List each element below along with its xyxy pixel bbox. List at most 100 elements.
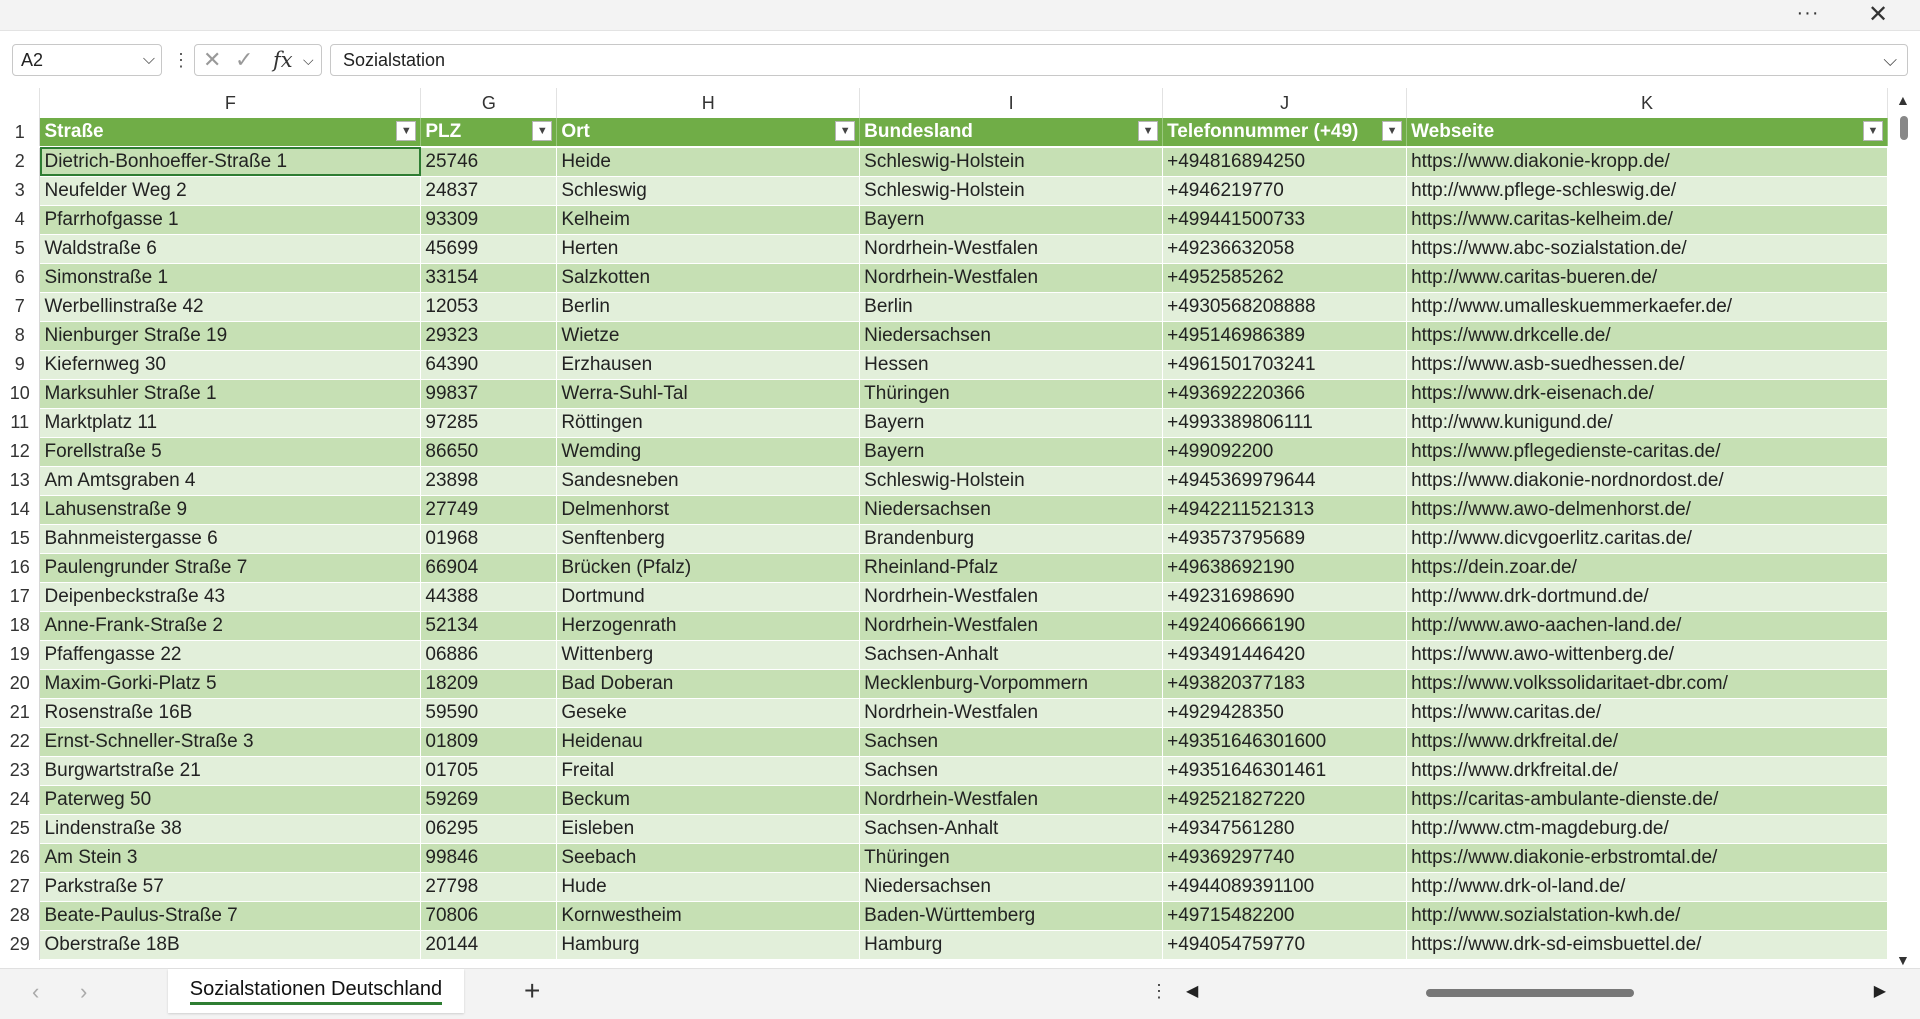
scroll-left-icon[interactable]: ◀ — [1186, 981, 1198, 1001]
cell-col-g[interactable]: 12053 — [420, 292, 558, 322]
cell-col-i[interactable]: Sachsen-Anhalt — [859, 814, 1164, 844]
cell-col-j[interactable]: +4942211521313 — [1162, 495, 1408, 525]
column-header-f[interactable]: F — [39, 88, 422, 118]
cell-col-k[interactable]: https://www.drkfreital.de/ — [1406, 727, 1888, 757]
cell-col-g[interactable]: 66904 — [420, 553, 558, 583]
column-header-i[interactable]: I — [859, 88, 1164, 118]
cell-col-f[interactable]: Paulengrunder Straße 7 — [39, 553, 422, 583]
cell-col-h[interactable]: Seebach — [556, 843, 861, 873]
cell-col-f[interactable]: Simonstraße 1 — [39, 263, 422, 293]
row-header[interactable]: 14 — [0, 495, 41, 524]
scroll-thumb[interactable] — [1426, 989, 1634, 997]
cell-col-f[interactable]: Ernst-Schneller-Straße 3 — [39, 727, 422, 757]
cell-col-k[interactable]: http://www.kunigund.de/ — [1406, 408, 1888, 438]
cell-col-i[interactable]: Bayern — [859, 205, 1164, 235]
cell-col-h[interactable]: Herzogenrath — [556, 611, 861, 641]
cell-col-f[interactable]: Oberstraße 18B — [39, 930, 422, 960]
cell-col-f[interactable]: Kiefernweg 30 — [39, 350, 422, 380]
enter-icon[interactable]: ✓ — [235, 45, 253, 75]
cell-col-i[interactable]: Thüringen — [859, 379, 1164, 409]
header-cell-plz[interactable]: PLZ ▼ — [420, 118, 558, 148]
row-header[interactable]: 25 — [0, 814, 41, 843]
cell-col-f[interactable]: Anne-Frank-Straße 2 — [39, 611, 422, 641]
vertical-scrollbar[interactable]: ▲ ▼ — [1888, 92, 1920, 968]
cell-col-i[interactable]: Bayern — [859, 408, 1164, 438]
row-header[interactable]: 23 — [0, 756, 41, 785]
cell-col-g[interactable]: 01809 — [420, 727, 558, 757]
row-header[interactable]: 3 — [0, 176, 41, 205]
cell-col-f[interactable]: Lindenstraße 38 — [39, 814, 422, 844]
cell-col-g[interactable]: 52134 — [420, 611, 558, 641]
cell-col-g[interactable]: 27798 — [420, 872, 558, 902]
row-header[interactable]: 10 — [0, 379, 41, 408]
cell-col-f[interactable]: Maxim-Gorki-Platz 5 — [39, 669, 422, 699]
formula-input[interactable]: Sozialstation ⌵ — [330, 44, 1908, 76]
cell-col-k[interactable]: http://www.dicvgoerlitz.caritas.de/ — [1406, 524, 1888, 554]
cell-col-h[interactable]: Erzhausen — [556, 350, 861, 380]
cell-col-j[interactable]: +492406666190 — [1162, 611, 1408, 641]
scroll-thumb[interactable] — [1900, 116, 1908, 140]
cell-col-i[interactable]: Sachsen — [859, 727, 1164, 757]
cell-col-g[interactable]: 45699 — [420, 234, 558, 264]
scroll-down-icon[interactable]: ▼ — [1896, 952, 1910, 968]
cell-col-g[interactable]: 01968 — [420, 524, 558, 554]
cell-col-i[interactable]: Schleswig-Holstein — [859, 147, 1164, 177]
cell-col-j[interactable]: +49638692190 — [1162, 553, 1408, 583]
row-header[interactable]: 12 — [0, 437, 41, 466]
filter-dropdown-icon[interactable]: ▼ — [1138, 121, 1159, 141]
cell-col-j[interactable]: +4993389806111 — [1162, 408, 1408, 438]
cell-col-h[interactable]: Kornwestheim — [556, 901, 861, 931]
chevron-down-icon[interactable]: ⌵ — [143, 45, 155, 75]
row-header[interactable]: 27 — [0, 872, 41, 901]
cell-col-h[interactable]: Heidenau — [556, 727, 861, 757]
cancel-icon[interactable]: ✕ — [203, 45, 221, 75]
cell-col-f[interactable]: Pfarrhofgasse 1 — [39, 205, 422, 235]
cell-col-f[interactable]: Nienburger Straße 19 — [39, 321, 422, 351]
cell-col-k[interactable]: https://www.diakonie-kropp.de/ — [1406, 147, 1888, 177]
cell-col-j[interactable]: +494054759770 — [1162, 930, 1408, 960]
cell-col-k[interactable]: http://www.ctm-magdeburg.de/ — [1406, 814, 1888, 844]
cell-col-k[interactable]: https://www.drkfreital.de/ — [1406, 756, 1888, 786]
row-header[interactable]: 11 — [0, 408, 41, 437]
horizontal-scrollbar[interactable]: ◀ ▶ — [1186, 981, 1886, 1005]
cell-col-k[interactable]: https://www.diakonie-nordnordost.de/ — [1406, 466, 1888, 496]
cell-col-h[interactable]: Freital — [556, 756, 861, 786]
cell-col-k[interactable]: https://www.caritas-kelheim.de/ — [1406, 205, 1888, 235]
row-header[interactable]: 26 — [0, 843, 41, 872]
cell-col-h[interactable]: Geseke — [556, 698, 861, 728]
cell-col-g[interactable]: 64390 — [420, 350, 558, 380]
cell-col-f[interactable]: Lahusenstraße 9 — [39, 495, 422, 525]
cell-col-g[interactable]: 29323 — [420, 321, 558, 351]
cell-col-j[interactable]: +493692220366 — [1162, 379, 1408, 409]
cell-col-g[interactable]: 23898 — [420, 466, 558, 496]
row-header[interactable]: 7 — [0, 292, 41, 321]
cell-col-j[interactable]: +492521827220 — [1162, 785, 1408, 815]
cell-col-k[interactable]: https://www.volkssolidaritaet-dbr.com/ — [1406, 669, 1888, 699]
cell-col-g[interactable]: 97285 — [420, 408, 558, 438]
row-header[interactable]: 19 — [0, 640, 41, 669]
cell-col-k[interactable]: https://www.asb-suedhessen.de/ — [1406, 350, 1888, 380]
cell-col-k[interactable]: https://www.drkcelle.de/ — [1406, 321, 1888, 351]
cell-col-j[interactable]: +499441500733 — [1162, 205, 1408, 235]
chevron-down-icon[interactable]: ⌵ — [303, 45, 314, 75]
cell-col-f[interactable]: Deipenbeckstraße 43 — [39, 582, 422, 612]
cell-col-h[interactable]: Brücken (Pfalz) — [556, 553, 861, 583]
cell-col-g[interactable]: 86650 — [420, 437, 558, 467]
cell-col-h[interactable]: Salzkotten — [556, 263, 861, 293]
cell-col-i[interactable]: Niedersachsen — [859, 872, 1164, 902]
cell-col-k[interactable]: http://www.awo-aachen-land.de/ — [1406, 611, 1888, 641]
cell-col-h[interactable]: Kelheim — [556, 205, 861, 235]
column-header-h[interactable]: H — [556, 88, 861, 118]
row-header[interactable]: 29 — [0, 930, 41, 959]
expand-formula-icon[interactable]: ⌵ — [1883, 45, 1897, 75]
cell-col-j[interactable]: +4944089391100 — [1162, 872, 1408, 902]
sheet-tab-active[interactable]: Sozialstationen Deutschland — [168, 969, 464, 1013]
row-header[interactable]: 15 — [0, 524, 41, 553]
cell-col-g[interactable]: 59590 — [420, 698, 558, 728]
cell-col-f[interactable]: Beate-Paulus-Straße 7 — [39, 901, 422, 931]
row-header[interactable]: 16 — [0, 553, 41, 582]
cell-col-j[interactable]: +4945369979644 — [1162, 466, 1408, 496]
cell-col-i[interactable]: Nordrhein-Westfalen — [859, 263, 1164, 293]
cell-col-k[interactable]: https://www.abc-sozialstation.de/ — [1406, 234, 1888, 264]
cell-col-i[interactable]: Schleswig-Holstein — [859, 176, 1164, 206]
